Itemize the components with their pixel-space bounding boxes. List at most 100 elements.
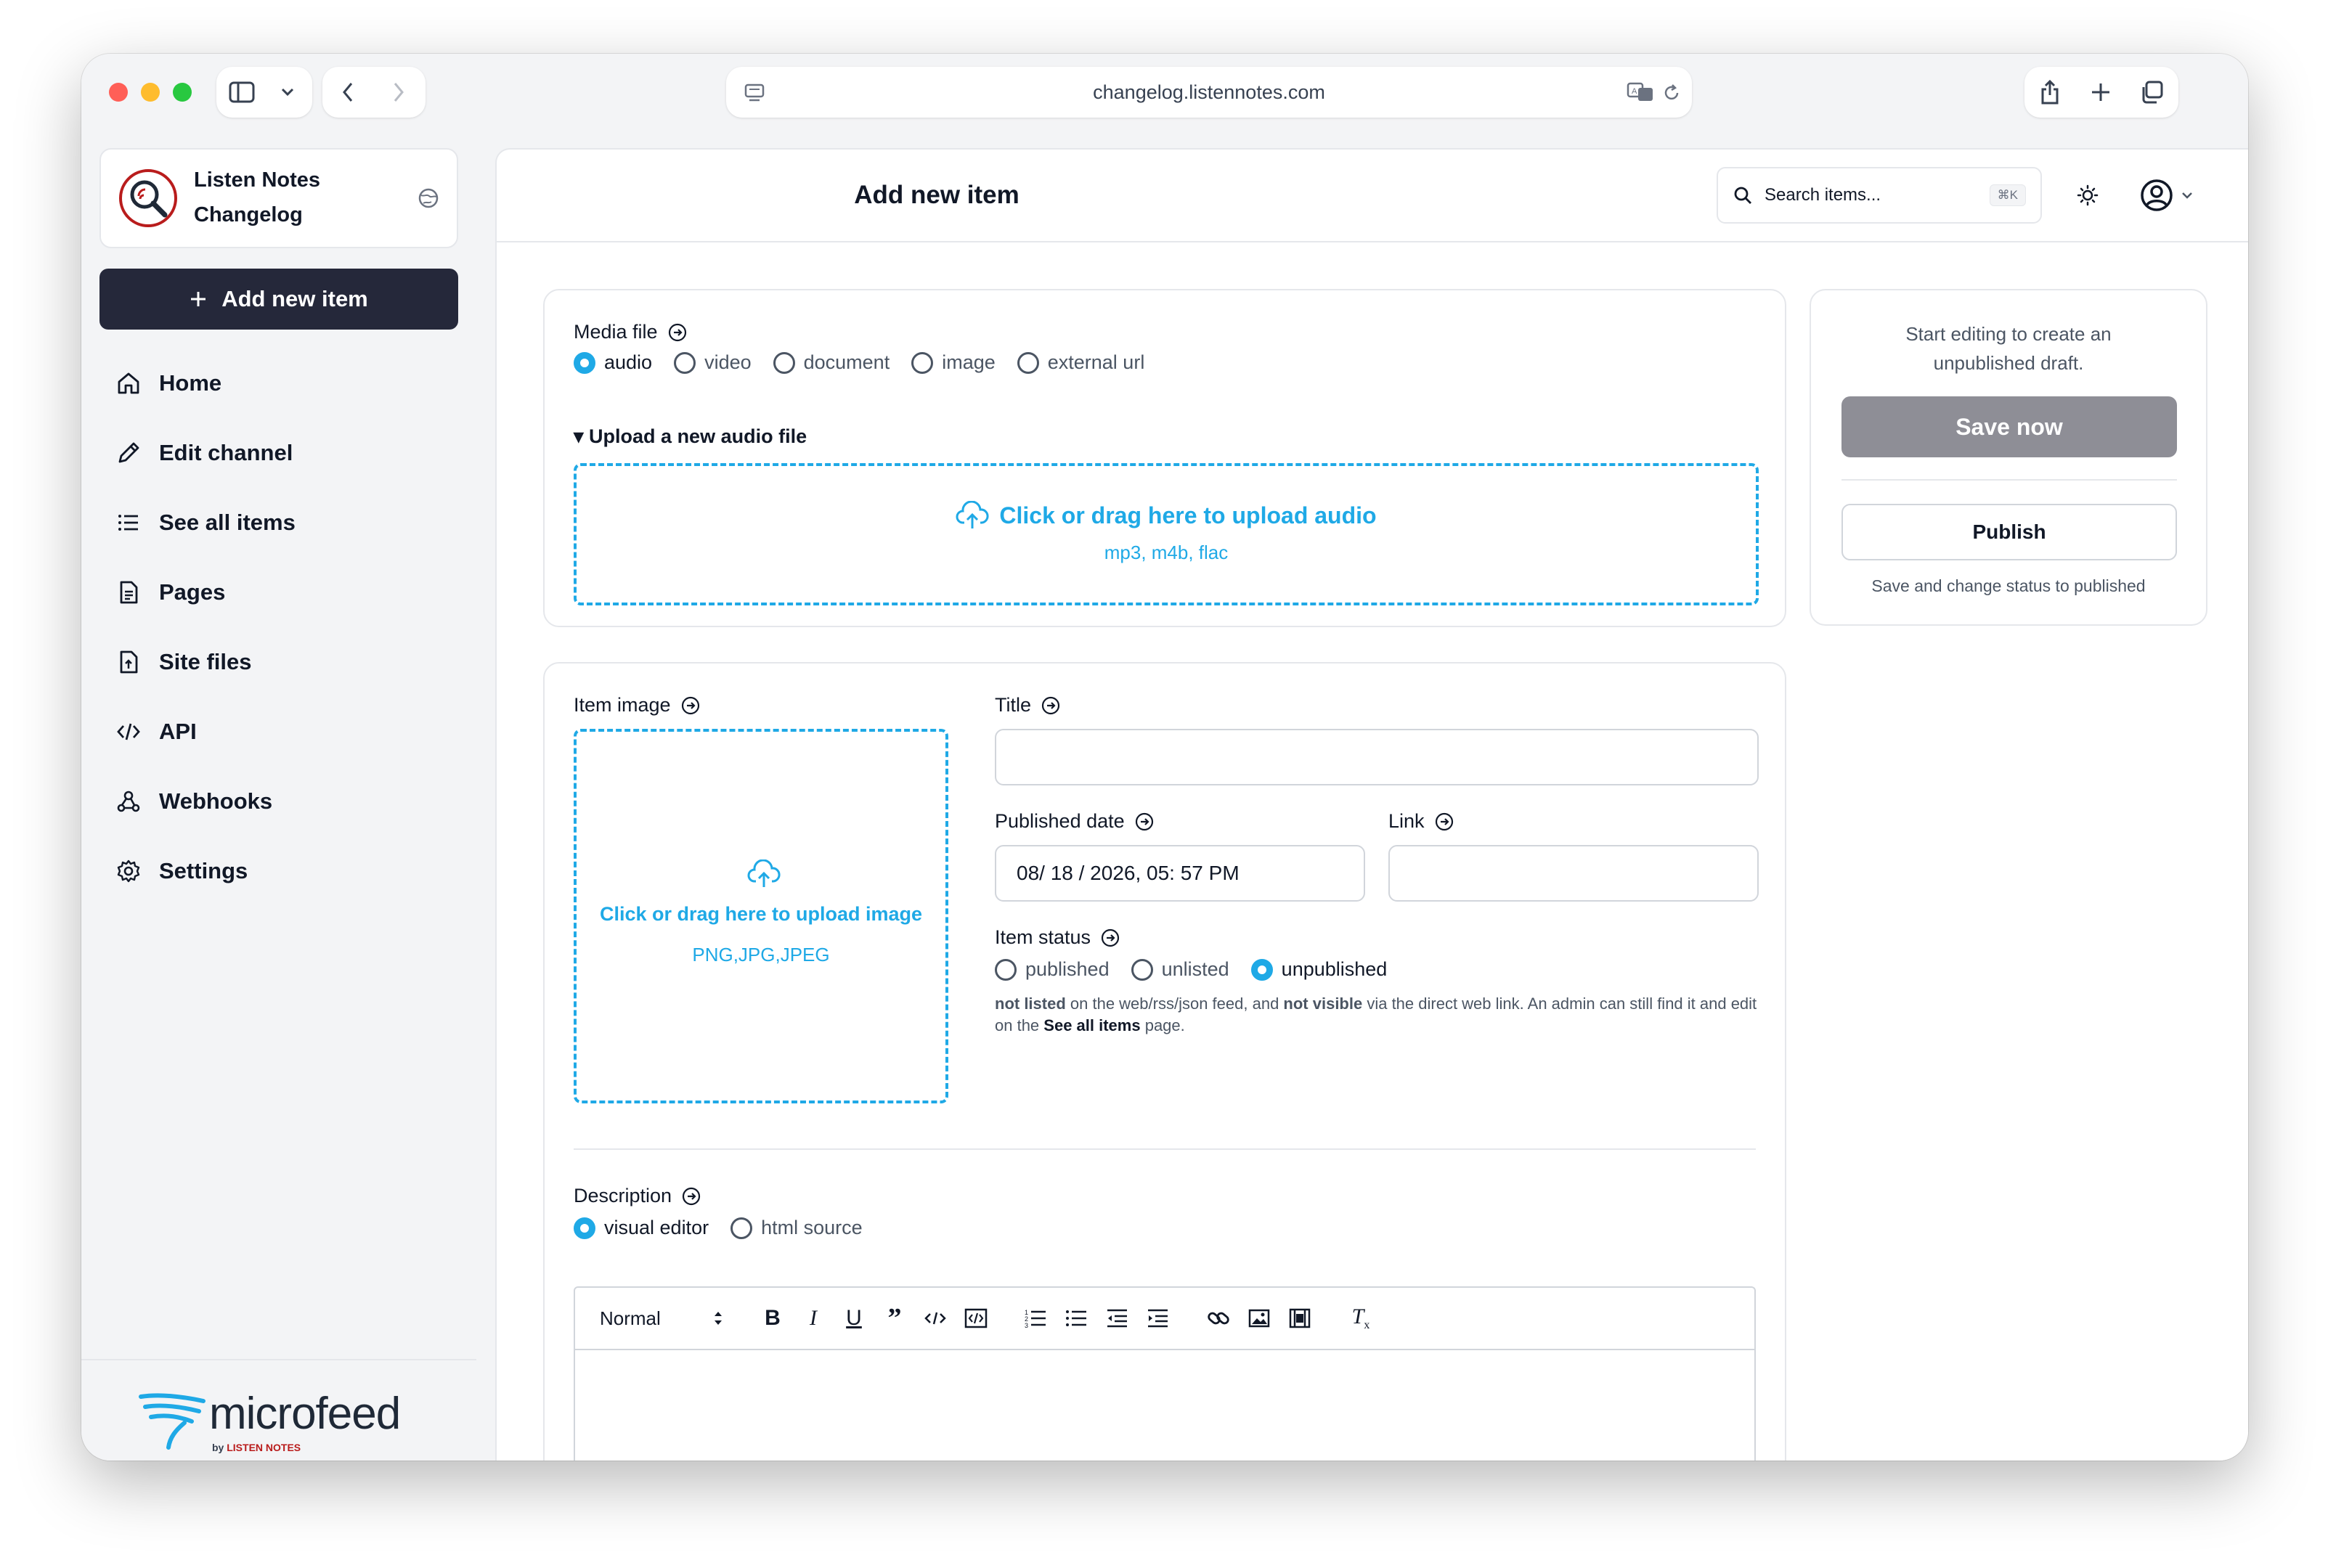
arrow-circle-icon[interactable] <box>682 1187 701 1206</box>
radio-indicator <box>773 351 795 374</box>
code-icon <box>114 717 143 746</box>
blockquote-button[interactable]: ” <box>879 1302 911 1334</box>
video-button[interactable] <box>1284 1302 1316 1334</box>
sidebar-item-pages[interactable]: Pages <box>99 558 458 627</box>
home-icon <box>114 369 143 398</box>
sidebar-item-site-files[interactable]: Site files <box>99 627 458 697</box>
media-type-external-url[interactable]: external url <box>1017 351 1144 374</box>
publish-button[interactable]: Publish <box>1841 504 2177 560</box>
format-select[interactable]: Normal <box>600 1302 723 1334</box>
publish-hint: Save and change status to published <box>1871 576 2146 595</box>
microfeed-logo[interactable]: microfeed by LISTEN NOTES <box>138 1382 428 1461</box>
quote-icon: ” <box>887 1303 902 1334</box>
radio-label: published <box>1025 958 1110 980</box>
sidebar-item-home[interactable]: Home <box>99 348 458 418</box>
save-now-button[interactable]: Save now <box>1841 396 2177 457</box>
arrow-circle-icon[interactable] <box>681 696 700 715</box>
sidebar-item-edit-channel[interactable]: Edit channel <box>99 418 458 488</box>
sidebar-item-see-all-items[interactable]: See all items <box>99 488 458 558</box>
sidebar-item-settings[interactable]: Settings <box>99 836 458 906</box>
link-button[interactable] <box>1202 1302 1234 1334</box>
bullet-list-button[interactable] <box>1060 1302 1092 1334</box>
translate-icon[interactable]: A <box>1627 81 1654 103</box>
status-published[interactable]: published <box>995 958 1110 981</box>
status-unpublished[interactable]: unpublished <box>1250 958 1388 981</box>
address-bar[interactable]: changelog.listennotes.com A <box>726 67 1692 118</box>
audio-dropzone[interactable]: Click or drag here to upload audio mp3, … <box>574 463 1759 605</box>
ordered-list-icon: 123 <box>1025 1309 1046 1328</box>
sidebar-item-label: Pages <box>159 579 226 605</box>
media-file-label: Media file <box>574 321 658 343</box>
forward-button[interactable] <box>373 67 424 118</box>
channel-card[interactable]: Listen Notes Changelog <box>99 148 458 248</box>
editor-mode-visual[interactable]: visual editor <box>574 1217 709 1239</box>
arrow-circle-icon[interactable] <box>1101 928 1120 947</box>
reload-icon[interactable] <box>1661 83 1682 103</box>
title-label: Title <box>995 694 1032 716</box>
item-details-card: Item image Click or drag here to upload … <box>543 662 1786 1461</box>
status-help-text: not listed on the web/rss/json feed, and… <box>995 993 1765 1037</box>
bold-icon: B <box>765 1306 781 1330</box>
code-button[interactable] <box>919 1302 951 1334</box>
chevron-right-icon <box>394 83 404 102</box>
ordered-list-button[interactable]: 123 <box>1019 1302 1051 1334</box>
bullet-list-icon <box>1066 1310 1086 1326</box>
sidebar-toggle-group <box>216 67 312 118</box>
see-all-items-link[interactable]: See all items <box>1043 1016 1140 1034</box>
theme-toggle-icon[interactable] <box>2077 184 2099 206</box>
minimize-window-button[interactable] <box>141 83 160 102</box>
plus-icon <box>191 292 206 306</box>
radio-indicator <box>574 1217 595 1239</box>
italic-button[interactable]: I <box>797 1302 829 1334</box>
tab-overview-button[interactable] <box>2126 67 2177 118</box>
bold-button[interactable]: B <box>757 1302 789 1334</box>
arrow-circle-icon[interactable] <box>1435 812 1454 831</box>
image-button[interactable] <box>1243 1302 1275 1334</box>
item-status-radio-group: published unlisted unpublished <box>995 958 1409 981</box>
arrow-circle-icon[interactable] <box>1041 696 1060 715</box>
editor-mode-html[interactable]: html source <box>730 1217 863 1239</box>
tab-menu-button[interactable] <box>267 67 308 118</box>
zoom-window-button[interactable] <box>173 83 192 102</box>
media-type-document[interactable]: document <box>773 351 890 374</box>
sidebar-icon <box>229 81 255 103</box>
new-tab-button[interactable] <box>2075 67 2126 118</box>
link-input[interactable] <box>1388 845 1759 902</box>
status-unlisted[interactable]: unlisted <box>1131 958 1229 981</box>
underline-button[interactable]: U <box>838 1302 870 1334</box>
window-actions-group <box>2024 67 2178 118</box>
microfeed-logo-icon <box>139 1393 205 1450</box>
channel-name-line2: Changelog <box>194 203 303 226</box>
radio-label: unpublished <box>1281 958 1388 980</box>
media-type-image[interactable]: image <box>911 351 996 374</box>
title-input[interactable] <box>995 729 1759 785</box>
close-window-button[interactable] <box>109 83 128 102</box>
sidebar-toggle-button[interactable] <box>216 67 267 118</box>
user-menu-button[interactable] <box>2139 177 2205 213</box>
add-new-item-button[interactable]: Add new item <box>99 269 458 330</box>
back-button[interactable] <box>322 67 373 118</box>
video-icon <box>1289 1308 1311 1328</box>
search-input[interactable]: Search items... ⌘K <box>1717 167 2042 224</box>
sidebar-item-api[interactable]: API <box>99 697 458 767</box>
clear-format-button[interactable]: Tx <box>1345 1302 1377 1334</box>
published-date-input[interactable]: 08/ 18 / 2026, 05: 57 PM <box>995 845 1365 902</box>
indent-button[interactable] <box>1141 1302 1173 1334</box>
arrow-circle-icon[interactable] <box>668 323 687 342</box>
tabs-icon <box>2142 81 2163 104</box>
description-editor[interactable] <box>574 1349 1756 1461</box>
clear-format-icon: Tx <box>1351 1304 1370 1331</box>
sidebar-item-webhooks[interactable]: Webhooks <box>99 767 458 836</box>
arrow-circle-icon[interactable] <box>1135 812 1154 831</box>
media-type-audio[interactable]: audio <box>574 351 652 374</box>
globe-icon[interactable] <box>418 187 439 209</box>
upload-audio-toggle[interactable]: ▾ Upload a new audio file <box>574 425 807 448</box>
user-avatar-icon <box>2141 179 2173 211</box>
share-button[interactable] <box>2024 67 2075 118</box>
image-dropzone[interactable]: Click or drag here to upload image PNG,J… <box>574 729 948 1103</box>
code-block-button[interactable] <box>960 1302 992 1334</box>
editor-mode-radio-group: visual editor html source <box>574 1217 884 1239</box>
media-type-video[interactable]: video <box>674 351 752 374</box>
outdent-button[interactable] <box>1101 1302 1133 1334</box>
channel-name-line1: Listen Notes <box>194 168 321 192</box>
